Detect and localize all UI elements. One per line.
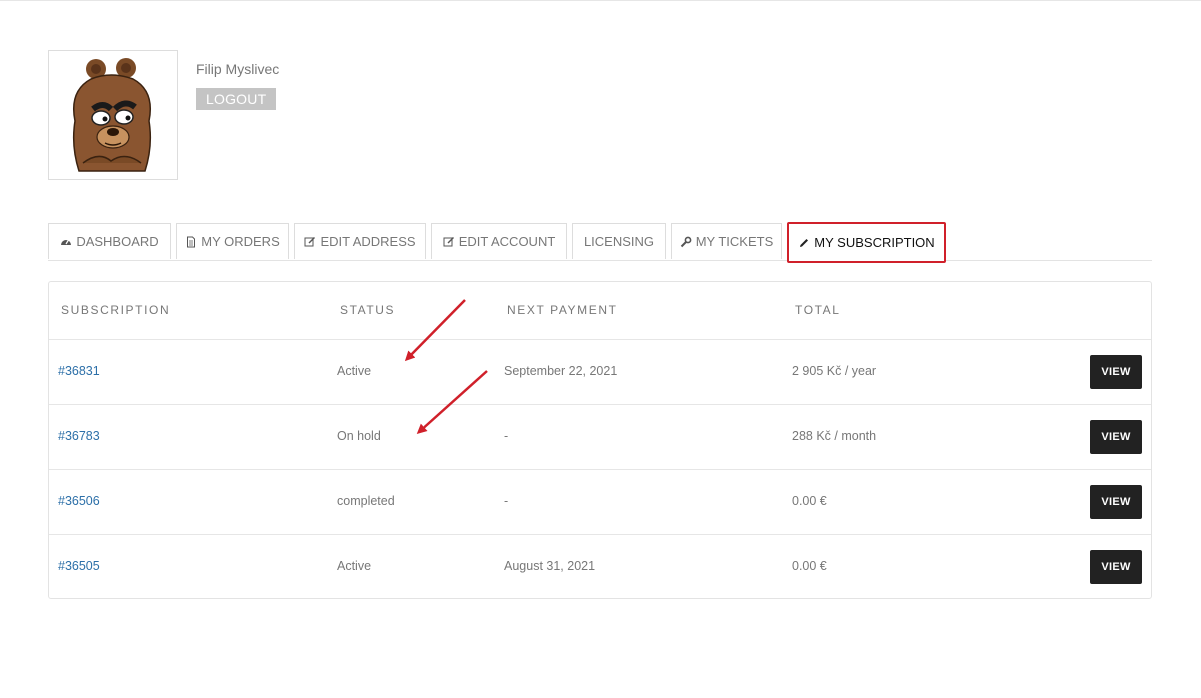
header-total: TOTAL <box>795 303 841 317</box>
subscription-total: 0.00 € <box>792 494 827 508</box>
tab-my-subscription[interactable]: MY SUBSCRIPTION <box>787 222 946 263</box>
view-button[interactable]: VIEW <box>1090 355 1142 389</box>
tab-my-tickets[interactable]: MY TICKETS <box>671 223 782 259</box>
subscription-status: On hold <box>337 429 381 443</box>
subscription-status: Active <box>337 559 372 573</box>
subscription-total: 288 Kč / month <box>792 429 877 443</box>
header-status: STATUS <box>340 303 396 317</box>
tab-licensing[interactable]: LICENSING <box>572 223 666 259</box>
tab-edit-account[interactable]: EDIT ACCOUNT <box>431 223 567 259</box>
table-row: #36831 Active September 22, 2021 2 905 K… <box>49 339 1151 405</box>
header-next-payment: NEXT PAYMENT <box>507 303 618 317</box>
subscription-total: 2 905 Kč / year <box>792 364 877 378</box>
edit-icon <box>443 236 455 248</box>
subscription-link[interactable]: #36831 <box>58 364 100 378</box>
view-button[interactable]: VIEW <box>1090 420 1142 454</box>
tab-edit-address[interactable]: EDIT ADDRESS <box>294 223 426 259</box>
subscription-next-payment: September 22, 2021 <box>504 364 618 378</box>
subscription-next-payment: - <box>504 429 509 443</box>
edit-icon <box>304 236 316 248</box>
subscription-link[interactable]: #36506 <box>58 494 100 508</box>
table-row: #36506 completed - 0.00 € VIEW <box>49 469 1151 535</box>
file-icon <box>185 236 197 248</box>
view-button[interactable]: VIEW <box>1090 550 1142 584</box>
table-row: #36505 Active August 31, 2021 0.00 € VIE… <box>49 534 1151 600</box>
view-button[interactable]: VIEW <box>1090 485 1142 519</box>
subscription-link[interactable]: #36505 <box>58 559 100 573</box>
account-tabs: DASHBOARD MY ORDERS EDIT ADDRESS EDIT AC… <box>48 222 1152 263</box>
subscription-status: Active <box>337 364 372 378</box>
logout-button[interactable]: LOGOUT <box>196 88 277 110</box>
subscriptions-table: SUBSCRIPTION STATUS NEXT PAYMENT TOTAL #… <box>48 281 1152 599</box>
user-name: Filip Myslivec <box>196 61 280 77</box>
subscription-link[interactable]: #36783 <box>58 429 100 443</box>
subscription-next-payment: - <box>504 494 509 508</box>
tab-my-orders[interactable]: MY ORDERS <box>176 223 289 259</box>
wrench-icon <box>680 236 692 248</box>
pencil-icon <box>798 237 810 249</box>
subscription-status: completed <box>337 494 395 508</box>
table-row: #36783 On hold - 288 Kč / month VIEW <box>49 404 1151 470</box>
tab-dashboard[interactable]: DASHBOARD <box>48 223 171 259</box>
subscription-next-payment: August 31, 2021 <box>504 559 596 573</box>
avatar <box>48 50 178 180</box>
subscription-total: 0.00 € <box>792 559 827 573</box>
dashboard-icon <box>60 236 72 248</box>
header-subscription: SUBSCRIPTION <box>61 303 171 317</box>
